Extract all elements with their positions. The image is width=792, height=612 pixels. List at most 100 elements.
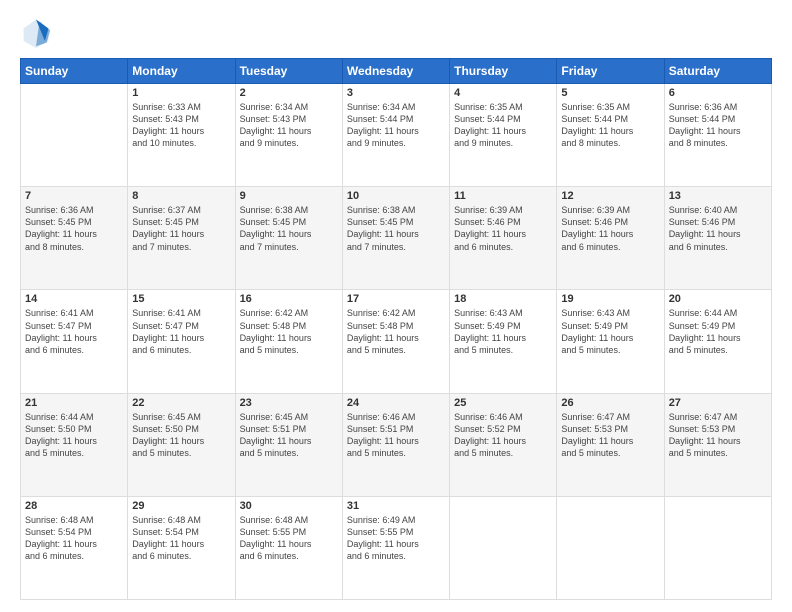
day-number: 8: [132, 190, 230, 202]
day-number: 19: [561, 293, 659, 305]
cell-info: Sunrise: 6:41 AM Sunset: 5:47 PM Dayligh…: [132, 307, 230, 356]
cell-info: Sunrise: 6:34 AM Sunset: 5:43 PM Dayligh…: [240, 101, 338, 150]
calendar-cell: 5 Sunrise: 6:35 AM Sunset: 5:44 PM Daylig…: [557, 84, 664, 187]
calendar-cell: 14 Sunrise: 6:41 AM Sunset: 5:47 PM Dayli…: [21, 290, 128, 393]
cell-info: Sunrise: 6:35 AM Sunset: 5:44 PM Dayligh…: [561, 101, 659, 150]
calendar-cell: 27 Sunrise: 6:47 AM Sunset: 5:53 PM Dayli…: [664, 393, 771, 496]
cell-info: Sunrise: 6:48 AM Sunset: 5:54 PM Dayligh…: [25, 514, 123, 563]
cell-info: Sunrise: 6:49 AM Sunset: 5:55 PM Dayligh…: [347, 514, 445, 563]
day-number: 22: [132, 397, 230, 409]
calendar-cell: 22 Sunrise: 6:45 AM Sunset: 5:50 PM Dayli…: [128, 393, 235, 496]
cell-info: Sunrise: 6:34 AM Sunset: 5:44 PM Dayligh…: [347, 101, 445, 150]
calendar-cell: [450, 496, 557, 599]
day-number: 9: [240, 190, 338, 202]
cell-info: Sunrise: 6:41 AM Sunset: 5:47 PM Dayligh…: [25, 307, 123, 356]
day-number: 26: [561, 397, 659, 409]
calendar-cell: 25 Sunrise: 6:46 AM Sunset: 5:52 PM Dayli…: [450, 393, 557, 496]
cell-info: Sunrise: 6:33 AM Sunset: 5:43 PM Dayligh…: [132, 101, 230, 150]
day-number: 13: [669, 190, 767, 202]
calendar-cell: 6 Sunrise: 6:36 AM Sunset: 5:44 PM Daylig…: [664, 84, 771, 187]
day-number: 11: [454, 190, 552, 202]
calendar-cell: 15 Sunrise: 6:41 AM Sunset: 5:47 PM Dayli…: [128, 290, 235, 393]
calendar-cell: [664, 496, 771, 599]
calendar-cell: 19 Sunrise: 6:43 AM Sunset: 5:49 PM Dayli…: [557, 290, 664, 393]
cell-info: Sunrise: 6:43 AM Sunset: 5:49 PM Dayligh…: [454, 307, 552, 356]
day-number: 15: [132, 293, 230, 305]
col-header-thursday: Thursday: [450, 59, 557, 84]
calendar-cell: [21, 84, 128, 187]
calendar-cell: 7 Sunrise: 6:36 AM Sunset: 5:45 PM Daylig…: [21, 187, 128, 290]
cell-info: Sunrise: 6:36 AM Sunset: 5:44 PM Dayligh…: [669, 101, 767, 150]
day-number: 5: [561, 87, 659, 99]
day-number: 20: [669, 293, 767, 305]
week-row-1: 1Sunrise: 6:33 AM Sunset: 5:43 PM Daylig…: [21, 84, 772, 187]
page: SundayMondayTuesdayWednesdayThursdayFrid…: [0, 0, 792, 612]
cell-info: Sunrise: 6:35 AM Sunset: 5:44 PM Dayligh…: [454, 101, 552, 150]
cell-info: Sunrise: 6:46 AM Sunset: 5:52 PM Dayligh…: [454, 411, 552, 460]
day-number: 29: [132, 500, 230, 512]
day-number: 30: [240, 500, 338, 512]
calendar-cell: 11 Sunrise: 6:39 AM Sunset: 5:46 PM Dayli…: [450, 187, 557, 290]
calendar-cell: 24 Sunrise: 6:46 AM Sunset: 5:51 PM Dayli…: [342, 393, 449, 496]
day-number: 6: [669, 87, 767, 99]
calendar-cell: 2 Sunrise: 6:34 AM Sunset: 5:43 PM Daylig…: [235, 84, 342, 187]
calendar-cell: 17Sunrise: 6:42 AM Sunset: 5:48 PM Dayli…: [342, 290, 449, 393]
col-header-tuesday: Tuesday: [235, 59, 342, 84]
cell-info: Sunrise: 6:47 AM Sunset: 5:53 PM Dayligh…: [561, 411, 659, 460]
cell-info: Sunrise: 6:39 AM Sunset: 5:46 PM Dayligh…: [454, 204, 552, 253]
calendar-cell: 18 Sunrise: 6:43 AM Sunset: 5:49 PM Dayli…: [450, 290, 557, 393]
day-number: 24: [347, 397, 445, 409]
cell-info: Sunrise: 6:42 AM Sunset: 5:48 PM Dayligh…: [347, 307, 445, 356]
calendar-header-row: SundayMondayTuesdayWednesdayThursdayFrid…: [21, 59, 772, 84]
calendar-cell: 4 Sunrise: 6:35 AM Sunset: 5:44 PM Daylig…: [450, 84, 557, 187]
day-number: 4: [454, 87, 552, 99]
cell-info: Sunrise: 6:38 AM Sunset: 5:45 PM Dayligh…: [240, 204, 338, 253]
day-number: 3: [347, 87, 445, 99]
calendar-cell: [557, 496, 664, 599]
calendar-cell: 28 Sunrise: 6:48 AM Sunset: 5:54 PM Dayli…: [21, 496, 128, 599]
calendar-cell: 31 Sunrise: 6:49 AM Sunset: 5:55 PM Dayli…: [342, 496, 449, 599]
cell-info: Sunrise: 6:36 AM Sunset: 5:45 PM Dayligh…: [25, 204, 123, 253]
calendar-cell: 10Sunrise: 6:38 AM Sunset: 5:45 PM Dayli…: [342, 187, 449, 290]
col-header-wednesday: Wednesday: [342, 59, 449, 84]
day-number: 25: [454, 397, 552, 409]
calendar-cell: 3 Sunrise: 6:34 AM Sunset: 5:44 PM Daylig…: [342, 84, 449, 187]
cell-info: Sunrise: 6:48 AM Sunset: 5:54 PM Dayligh…: [132, 514, 230, 563]
cell-info: Sunrise: 6:39 AM Sunset: 5:46 PM Dayligh…: [561, 204, 659, 253]
cell-info: Sunrise: 6:43 AM Sunset: 5:49 PM Dayligh…: [561, 307, 659, 356]
logo: [20, 16, 56, 48]
calendar-cell: 30 Sunrise: 6:48 AM Sunset: 5:55 PM Dayli…: [235, 496, 342, 599]
header: [20, 16, 772, 48]
cell-info: Sunrise: 6:46 AM Sunset: 5:51 PM Dayligh…: [347, 411, 445, 460]
cell-info: Sunrise: 6:45 AM Sunset: 5:51 PM Dayligh…: [240, 411, 338, 460]
cell-info: Sunrise: 6:45 AM Sunset: 5:50 PM Dayligh…: [132, 411, 230, 460]
calendar-cell: 13 Sunrise: 6:40 AM Sunset: 5:46 PM Dayli…: [664, 187, 771, 290]
cell-info: Sunrise: 6:44 AM Sunset: 5:50 PM Dayligh…: [25, 411, 123, 460]
week-row-2: 7 Sunrise: 6:36 AM Sunset: 5:45 PM Daylig…: [21, 187, 772, 290]
day-number: 14: [25, 293, 123, 305]
day-number: 10: [347, 190, 445, 202]
day-number: 23: [240, 397, 338, 409]
cell-info: Sunrise: 6:48 AM Sunset: 5:55 PM Dayligh…: [240, 514, 338, 563]
col-header-monday: Monday: [128, 59, 235, 84]
day-number: 7: [25, 190, 123, 202]
calendar-cell: 12Sunrise: 6:39 AM Sunset: 5:46 PM Dayli…: [557, 187, 664, 290]
calendar-cell: 8 Sunrise: 6:37 AM Sunset: 5:45 PM Daylig…: [128, 187, 235, 290]
day-number: 21: [25, 397, 123, 409]
calendar-table: SundayMondayTuesdayWednesdayThursdayFrid…: [20, 58, 772, 600]
cell-info: Sunrise: 6:44 AM Sunset: 5:49 PM Dayligh…: [669, 307, 767, 356]
cell-info: Sunrise: 6:37 AM Sunset: 5:45 PM Dayligh…: [132, 204, 230, 253]
day-number: 18: [454, 293, 552, 305]
col-header-saturday: Saturday: [664, 59, 771, 84]
day-number: 28: [25, 500, 123, 512]
cell-info: Sunrise: 6:40 AM Sunset: 5:46 PM Dayligh…: [669, 204, 767, 253]
cell-info: Sunrise: 6:42 AM Sunset: 5:48 PM Dayligh…: [240, 307, 338, 356]
day-number: 31: [347, 500, 445, 512]
day-number: 27: [669, 397, 767, 409]
day-number: 2: [240, 87, 338, 99]
day-number: 16: [240, 293, 338, 305]
col-header-sunday: Sunday: [21, 59, 128, 84]
calendar-cell: 23 Sunrise: 6:45 AM Sunset: 5:51 PM Dayli…: [235, 393, 342, 496]
calendar-cell: 16 Sunrise: 6:42 AM Sunset: 5:48 PM Dayli…: [235, 290, 342, 393]
cell-info: Sunrise: 6:47 AM Sunset: 5:53 PM Dayligh…: [669, 411, 767, 460]
